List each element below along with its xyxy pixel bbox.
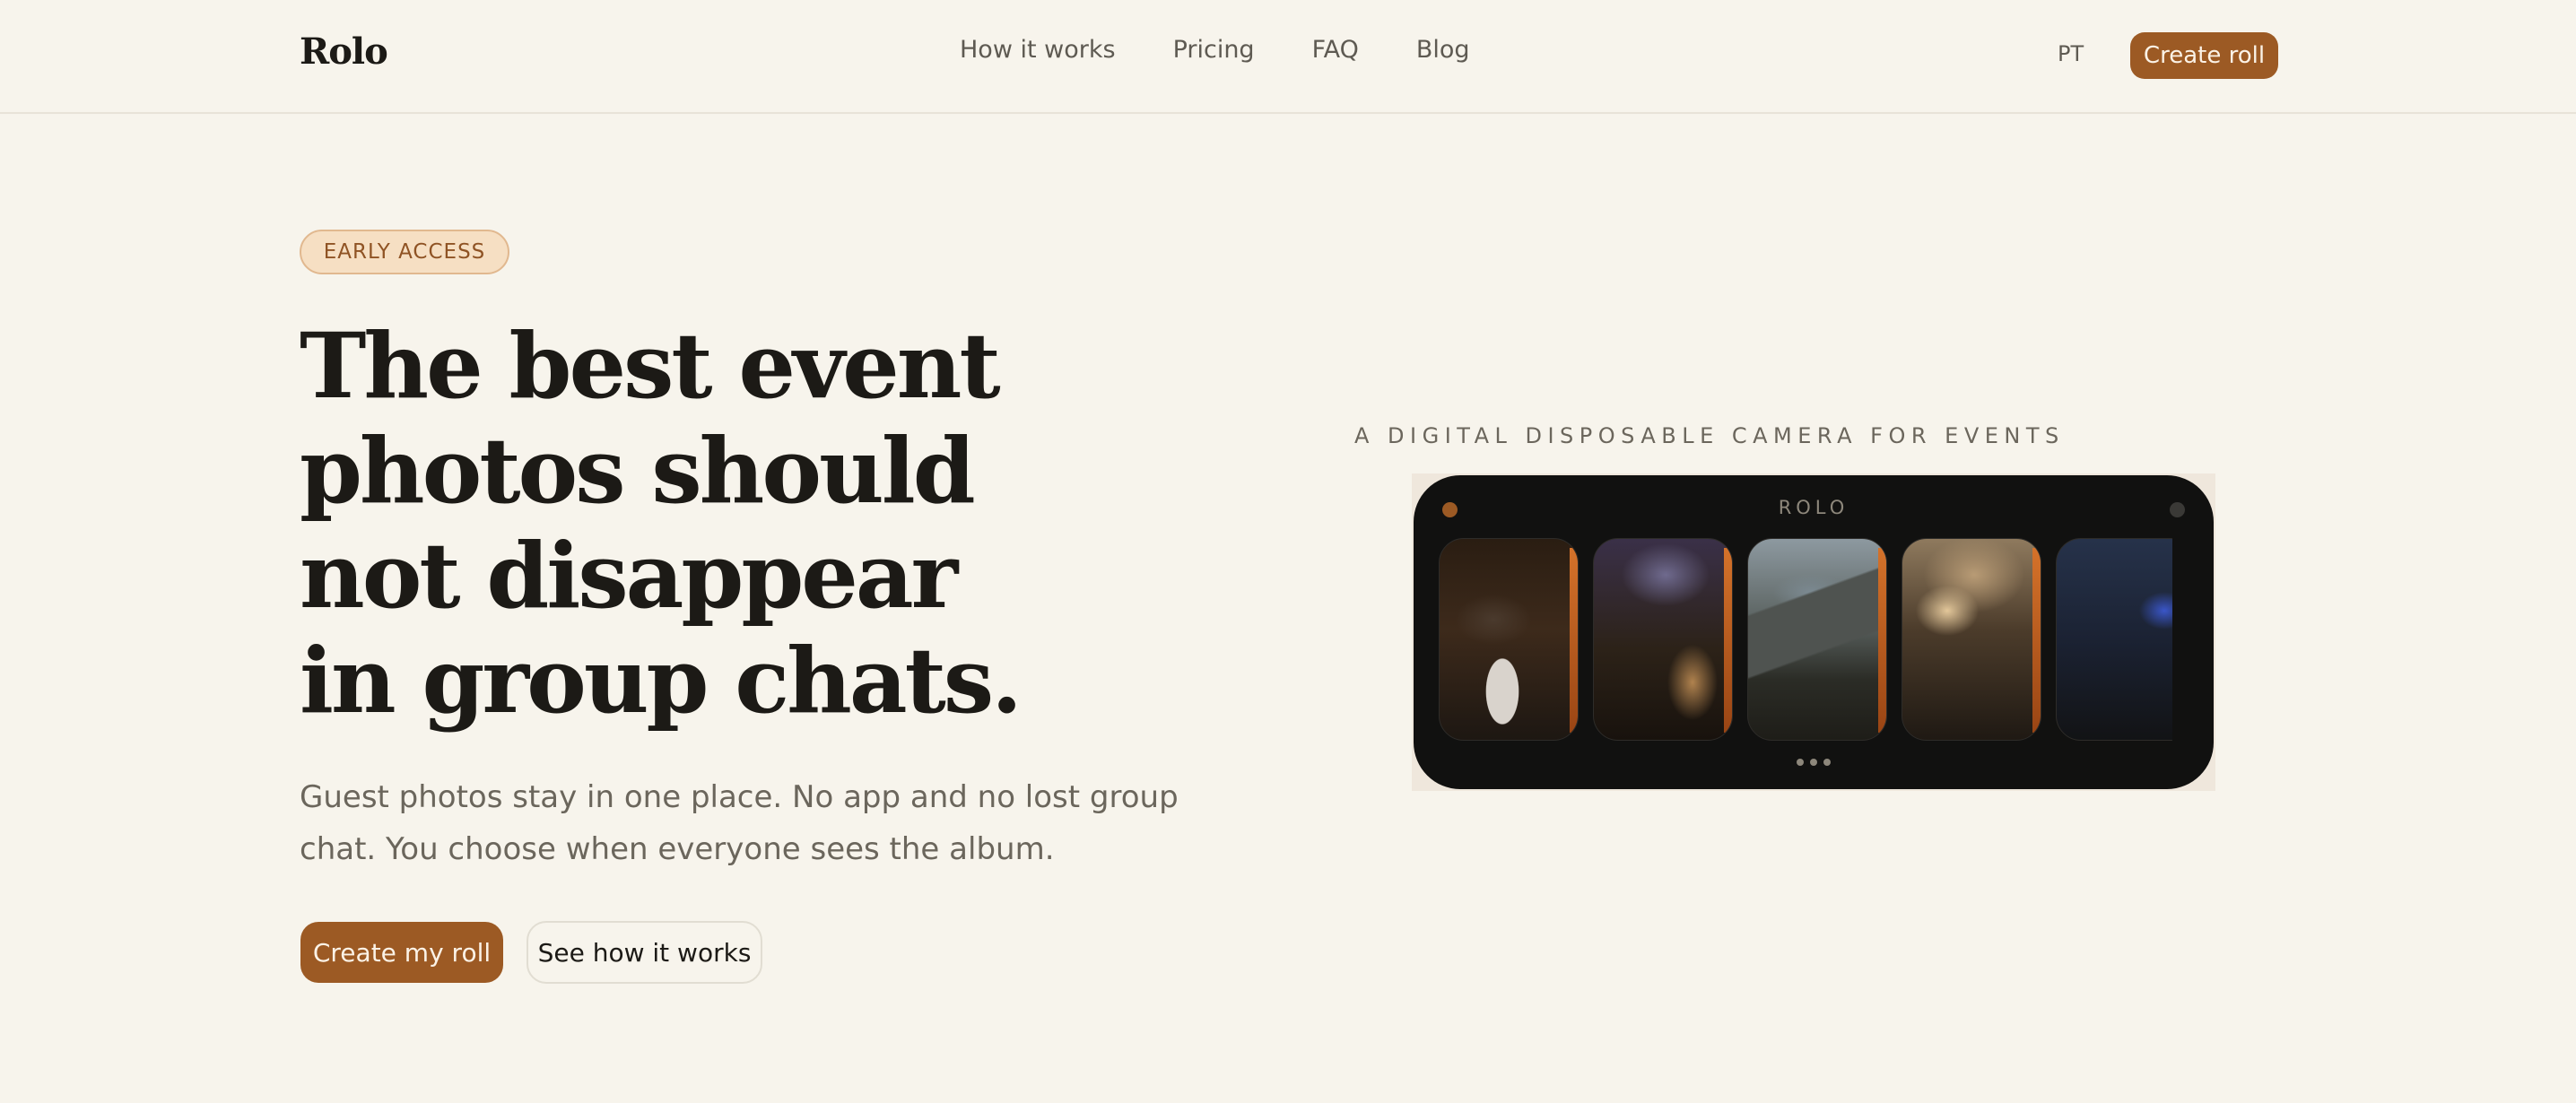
nav-link-pricing[interactable]: Pricing <box>1173 36 1255 64</box>
create-my-roll-button[interactable]: Create my roll <box>300 922 503 983</box>
nav-links: How it works Pricing FAQ Blog <box>960 36 1470 64</box>
photo-strip[interactable] <box>1439 538 2172 741</box>
photo-frame-lake-village[interactable] <box>1747 538 1887 741</box>
photo-frame-concert-crowd[interactable] <box>2056 538 2172 741</box>
photo-frame-indoor-party[interactable] <box>1902 538 2041 741</box>
nav-link-faq[interactable]: FAQ <box>1312 36 1359 64</box>
top-nav: Rolo How it works Pricing FAQ Blog PT Cr… <box>0 0 2576 114</box>
photo-frame-party-crowd[interactable] <box>1593 538 1733 741</box>
pager-dot[interactable] <box>1823 759 1831 766</box>
see-how-it-works-button[interactable]: See how it works <box>527 921 762 984</box>
photo-frame-wedding-dance[interactable] <box>1439 538 1579 741</box>
logo[interactable]: Rolo <box>300 30 388 73</box>
early-access-badge: EARLY ACCESS <box>300 230 509 274</box>
pager-dot[interactable] <box>1810 759 1817 766</box>
camera-label: ROLO <box>1778 497 1849 518</box>
camera-lens-dot <box>2170 502 2185 517</box>
create-roll-button[interactable]: Create roll <box>2130 32 2278 79</box>
headline-line: The best event <box>300 313 1001 419</box>
photo-pager[interactable] <box>1414 759 2214 766</box>
headline-line: in group chats. <box>300 628 1023 734</box>
headline-line: not disappear <box>300 523 958 629</box>
camera-preview: ROLO <box>1414 475 2214 789</box>
subtext-line: chat. You choose when everyone sees the … <box>300 831 1055 867</box>
headline-line: photos should <box>300 418 976 524</box>
nav-link-how-it-works[interactable]: How it works <box>960 36 1116 64</box>
hero-subtext: Guest photos stay in one place. No app a… <box>300 771 1197 875</box>
pager-dot[interactable] <box>1797 759 1804 766</box>
camera-eyebrow: A DIGITAL DISPOSABLE CAMERA FOR EVENTS <box>1354 423 2065 448</box>
language-switcher[interactable]: PT <box>2058 41 2084 66</box>
subtext-line: Guest photos stay in one place. No app a… <box>300 779 1179 815</box>
hero-headline: The best event photos should not disappe… <box>300 314 1107 734</box>
nav-link-blog[interactable]: Blog <box>1416 36 1470 64</box>
